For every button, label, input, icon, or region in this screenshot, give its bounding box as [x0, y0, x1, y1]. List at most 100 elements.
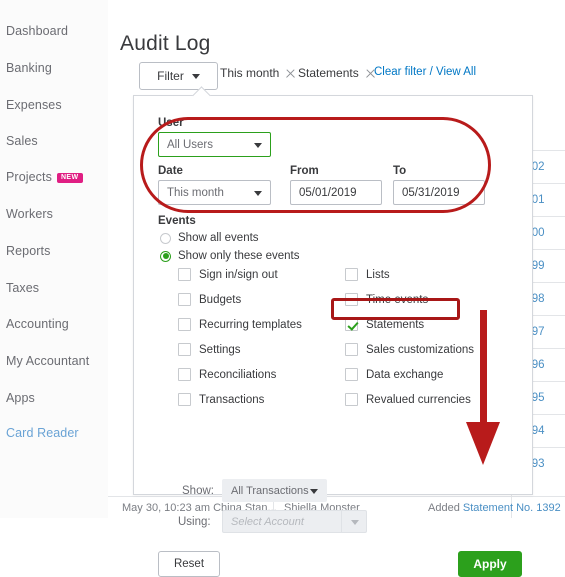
new-badge: NEW — [56, 173, 83, 183]
sidebar-item-taxes[interactable]: Taxes — [6, 281, 106, 295]
filter-button[interactable]: Filter — [139, 62, 218, 90]
checkbox-statements[interactable]: Statements — [345, 318, 424, 331]
chevron-down-icon — [191, 73, 200, 79]
sidebar-item-label: Expenses — [6, 98, 62, 112]
show-select-value: All Transactions — [231, 484, 309, 497]
sidebar-item-accounting[interactable]: Accounting — [6, 317, 106, 331]
checkbox-label: Sign in/sign out — [199, 268, 278, 281]
checkbox-budgets[interactable]: Budgets — [178, 293, 241, 306]
radio-label: Show only these events — [178, 250, 300, 262]
checkbox-label: Time events — [366, 293, 429, 306]
sidebar-item-workers[interactable]: Workers — [6, 207, 106, 221]
reset-button-label: Reset — [173, 558, 205, 570]
chevron-down-icon — [310, 489, 318, 494]
filter-chip-label: Statements — [298, 66, 359, 80]
filter-chip-statements[interactable]: Statements — [298, 66, 376, 80]
sidebar: Dashboard Banking Expenses Sales Project… — [0, 0, 108, 518]
checkbox-icon — [178, 268, 191, 281]
chevron-down-icon — [254, 191, 262, 196]
checkbox-label: Data exchange — [366, 368, 444, 381]
main-content: 1402 1401 1400 1399 1398 1397 1396 1395 … — [108, 0, 565, 577]
date-select-value: This month — [167, 186, 224, 199]
sidebar-item-label: Card Reader — [6, 426, 79, 440]
date-label: Date — [158, 165, 183, 177]
apply-button-label: Apply — [473, 557, 507, 571]
filter-bar: Filter This month Statements Clear filte… — [108, 62, 565, 96]
checkbox-revalued-currencies[interactable]: Revalued currencies — [345, 393, 471, 406]
to-label: To — [393, 165, 407, 177]
from-label: From — [290, 165, 319, 177]
show-select[interactable]: All Transactions — [222, 479, 327, 502]
checkbox-label: Transactions — [199, 393, 265, 406]
checkbox-label: Settings — [199, 343, 241, 356]
checkbox-icon — [345, 368, 358, 381]
sidebar-item-my-accountant[interactable]: My Accountant — [6, 354, 106, 368]
chevron-down-icon — [351, 520, 359, 525]
event-prefix: Added — [428, 502, 463, 514]
filter-panel: User All Users Date This month From 05/0… — [133, 86, 533, 577]
checkbox-label: Sales customizations — [366, 343, 475, 356]
checkbox-icon — [178, 343, 191, 356]
sidebar-item-dashboard[interactable]: Dashboard — [6, 24, 106, 38]
sidebar-item-label: Workers — [6, 207, 54, 221]
sidebar-item-label: Banking — [6, 61, 52, 75]
sidebar-item-apps[interactable]: Apps — [6, 391, 106, 405]
date-select[interactable]: This month — [158, 180, 271, 205]
to-date-value: 05/31/2019 — [402, 186, 460, 199]
show-label: Show: — [182, 485, 214, 497]
checkbox-sign-in-sign-out[interactable]: Sign in/sign out — [178, 268, 278, 281]
sidebar-item-sales[interactable]: Sales — [6, 134, 106, 148]
clear-filter-link[interactable]: Clear filter / View All — [374, 66, 476, 78]
checkbox-icon — [345, 343, 358, 356]
chevron-down-icon — [254, 143, 262, 148]
sidebar-item-label: Sales — [6, 134, 38, 148]
checkbox-icon — [345, 318, 358, 331]
checkbox-label: Reconciliations — [199, 368, 277, 381]
filter-chip-this-month[interactable]: This month — [220, 66, 296, 80]
sidebar-item-expenses[interactable]: Expenses — [6, 98, 106, 112]
checkbox-reconciliations[interactable]: Reconciliations — [178, 368, 276, 381]
checkbox-icon — [178, 368, 191, 381]
sidebar-item-reports[interactable]: Reports — [6, 244, 106, 258]
checkbox-label: Revalued currencies — [366, 393, 471, 406]
sidebar-item-label: My Accountant — [6, 354, 90, 368]
sidebar-item-projects[interactable]: Projects NEW — [6, 170, 106, 184]
checkbox-sales-customizations[interactable]: Sales customizations — [345, 343, 474, 356]
using-select-placeholder: Select Account — [231, 515, 304, 528]
checkbox-icon — [178, 293, 191, 306]
divider — [341, 511, 342, 532]
reset-button[interactable]: Reset — [158, 551, 220, 577]
checkbox-label: Statements — [366, 318, 425, 331]
sidebar-item-card-reader[interactable]: Card Reader — [6, 426, 106, 440]
filter-chip-label: This month — [220, 66, 280, 80]
radio-show-all-events[interactable]: Show all events — [160, 232, 259, 244]
checkbox-time-events[interactable]: Time events — [345, 293, 428, 306]
checkbox-icon — [345, 268, 358, 281]
checkbox-data-exchange[interactable]: Data exchange — [345, 368, 443, 381]
user-label: User — [158, 117, 184, 129]
close-icon[interactable] — [285, 68, 296, 79]
user-select[interactable]: All Users — [158, 132, 271, 157]
checkbox-recurring-templates[interactable]: Recurring templates — [178, 318, 302, 331]
events-label: Events — [158, 215, 196, 227]
sidebar-item-label: Accounting — [6, 317, 69, 331]
event-link[interactable]: Statement No. 1392 — [463, 502, 561, 514]
radio-show-only-these-events[interactable]: Show only these events — [160, 250, 299, 262]
checkbox-icon — [345, 293, 358, 306]
filter-button-label: Filter — [157, 69, 184, 83]
using-select[interactable]: Select Account — [222, 510, 367, 533]
sidebar-item-banking[interactable]: Banking — [6, 61, 106, 75]
radio-icon — [160, 250, 171, 262]
checkbox-transactions[interactable]: Transactions — [178, 393, 264, 406]
from-date-input[interactable]: 05/01/2019 — [290, 180, 382, 205]
sidebar-item-label: Dashboard — [6, 24, 69, 38]
radio-label: Show all events — [178, 232, 259, 244]
apply-button[interactable]: Apply — [458, 551, 522, 577]
user-select-value: All Users — [167, 138, 214, 151]
page-title: Audit Log — [120, 32, 211, 56]
checkbox-icon — [345, 393, 358, 406]
checkbox-label: Recurring templates — [199, 318, 302, 331]
to-date-input[interactable]: 05/31/2019 — [393, 180, 485, 205]
checkbox-settings[interactable]: Settings — [178, 343, 241, 356]
checkbox-lists[interactable]: Lists — [345, 268, 390, 281]
